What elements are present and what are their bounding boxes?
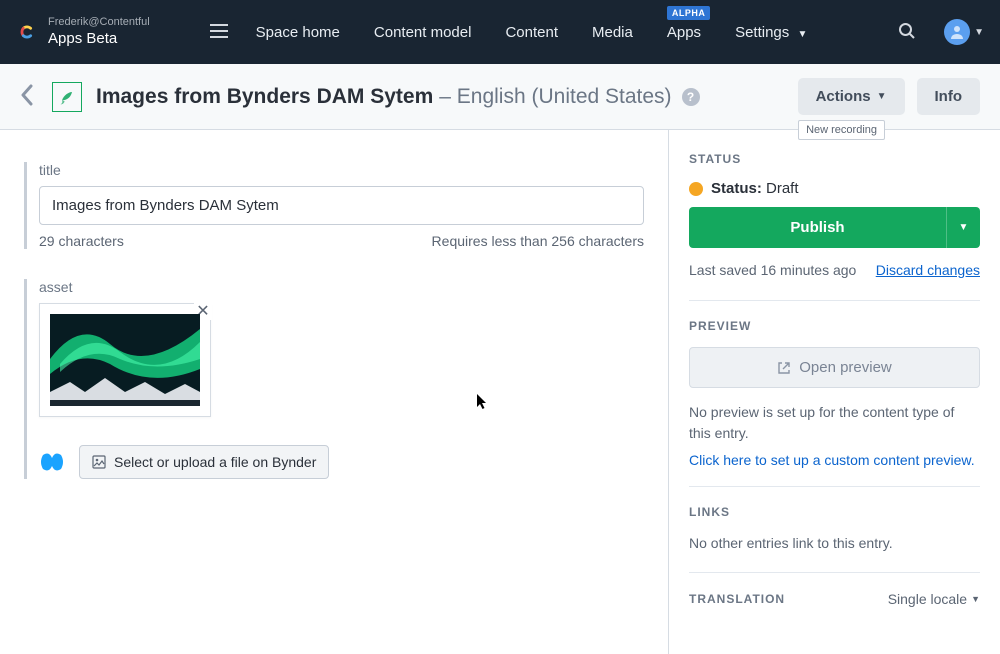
status-dot-icon <box>689 182 703 196</box>
chevron-down-icon: ▼ <box>877 91 887 102</box>
chevron-down-icon: ▼ <box>959 222 969 233</box>
field-label: title <box>39 162 644 178</box>
main-area: title 29 characters Requires less than 2… <box>0 130 1000 654</box>
chevron-down-icon: ▼ <box>971 594 980 604</box>
nav-apps-label: Apps <box>667 24 701 41</box>
primary-nav: Space home Content model Content Media A… <box>256 24 808 41</box>
translation-heading: TRANSLATION <box>689 592 785 606</box>
top-nav: Frederik@Contentful Apps Beta Space home… <box>0 0 1000 64</box>
info-button[interactable]: Info <box>917 78 981 115</box>
info-label: Info <box>935 88 963 105</box>
links-text: No other entries link to this entry. <box>689 533 980 554</box>
nav-content[interactable]: Content <box>505 24 558 41</box>
user-menu[interactable]: ▼ <box>944 19 984 45</box>
asset-thumbnail <box>50 314 200 406</box>
nav-apps[interactable]: ALPHA Apps <box>667 24 701 41</box>
status-key: Status: <box>711 180 762 197</box>
org-name: Frederik@Contentful <box>48 16 150 29</box>
publish-button[interactable]: Publish <box>689 207 946 248</box>
image-icon <box>92 455 106 469</box>
nav-media[interactable]: Media <box>592 24 633 41</box>
status-value: Draft <box>766 180 799 197</box>
select-upload-button[interactable]: Select or upload a file on Bynder <box>79 445 329 479</box>
entry-title: Images from Bynders DAM Sytem <box>96 85 433 109</box>
search-icon[interactable] <box>898 22 916 43</box>
space-name: Apps Beta <box>48 30 150 48</box>
field-title: title 29 characters Requires less than 2… <box>24 162 644 249</box>
char-limit: Requires less than 256 characters <box>432 233 644 249</box>
select-upload-label: Select or upload a file on Bynder <box>114 454 316 470</box>
asset-card[interactable]: ✕ <box>39 303 211 417</box>
no-preview-text: No preview is set up for the content typ… <box>689 402 980 444</box>
setup-preview-link[interactable]: Click here to set up a custom content pr… <box>689 452 980 468</box>
publish-menu-button[interactable]: ▼ <box>946 207 980 248</box>
nav-space-home[interactable]: Space home <box>256 24 340 41</box>
discard-changes-link[interactable]: Discard changes <box>876 262 980 278</box>
divider <box>689 572 980 573</box>
preview-heading: PREVIEW <box>689 319 980 333</box>
last-saved-text: Last saved 16 minutes ago <box>689 262 856 278</box>
entry-titlebar: Images from Bynders DAM Sytem – English … <box>0 64 1000 130</box>
status-row: Status: Draft <box>689 180 980 197</box>
field-label: asset <box>39 279 644 295</box>
char-counter: 29 characters <box>39 233 124 249</box>
external-link-icon <box>777 361 791 375</box>
help-icon[interactable]: ? <box>682 88 700 106</box>
back-button[interactable] <box>20 84 34 109</box>
field-asset: asset ✕ <box>24 279 644 479</box>
open-preview-button: Open preview <box>689 347 980 388</box>
title-input[interactable] <box>39 186 644 225</box>
divider <box>689 300 980 301</box>
translation-select[interactable]: Single locale ▼ <box>888 591 980 607</box>
content-type-icon <box>52 82 82 112</box>
avatar-icon <box>944 19 970 45</box>
translation-value: Single locale <box>888 591 967 607</box>
contentful-logo-icon <box>16 21 38 43</box>
nav-settings-label: Settings <box>735 24 789 41</box>
status-heading: STATUS <box>689 152 980 166</box>
entry-sidebar: STATUS Status: Draft Publish ▼ Last save… <box>668 130 1000 654</box>
entry-fields: title 29 characters Requires less than 2… <box>0 130 668 654</box>
chevron-down-icon: ▼ <box>797 29 807 40</box>
actions-label: Actions <box>816 88 871 105</box>
entry-locale: – English (United States) <box>439 85 671 109</box>
menu-icon[interactable] <box>210 24 228 41</box>
links-heading: LINKS <box>689 505 980 519</box>
nav-content-model[interactable]: Content model <box>374 24 472 41</box>
alpha-badge: ALPHA <box>667 6 711 20</box>
tooltip: New recording <box>798 120 885 140</box>
nav-settings[interactable]: Settings ▼ <box>735 24 807 41</box>
chevron-down-icon: ▼ <box>974 27 984 38</box>
bynder-logo-icon <box>39 451 65 473</box>
space-switcher[interactable]: Frederik@Contentful Apps Beta <box>48 16 150 47</box>
open-preview-label: Open preview <box>799 359 892 376</box>
actions-button[interactable]: Actions ▼ <box>798 78 905 115</box>
divider <box>689 486 980 487</box>
